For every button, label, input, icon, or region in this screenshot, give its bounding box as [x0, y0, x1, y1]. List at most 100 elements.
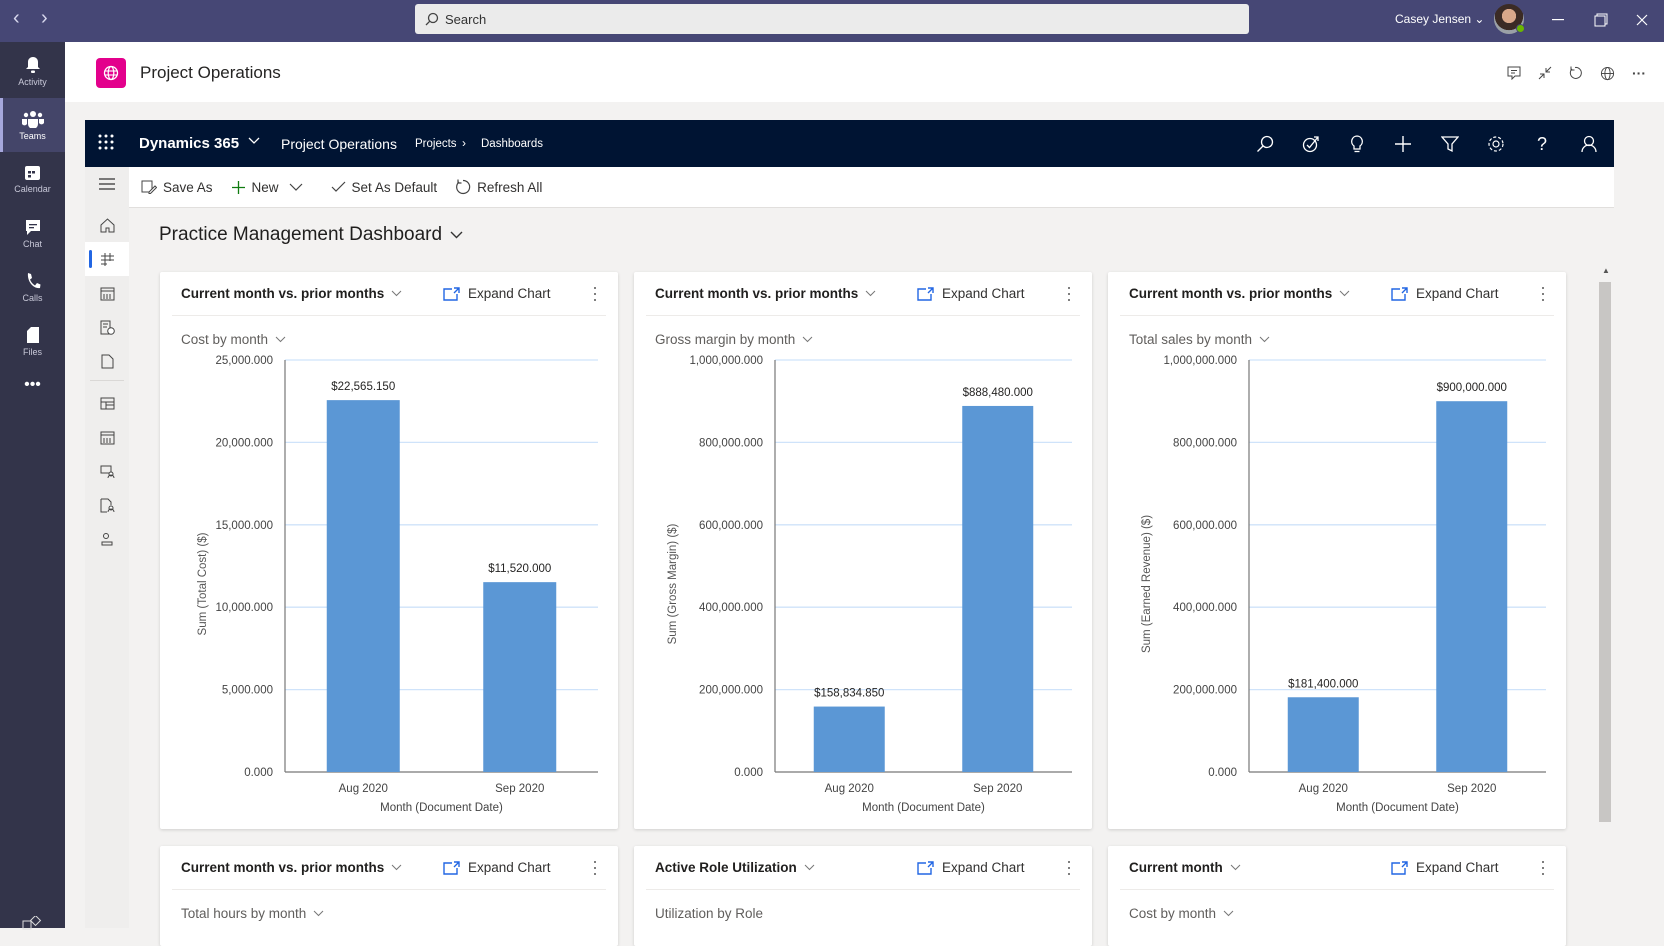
calendar-nav-icon[interactable] — [85, 276, 129, 310]
expand-chart-button[interactable]: Expand Chart — [1391, 860, 1499, 875]
chart-view-selector[interactable]: Utilization by Role — [655, 906, 763, 921]
product-name[interactable]: Dynamics 365 — [139, 135, 239, 152]
search-icon[interactable] — [1253, 132, 1277, 156]
bar — [1436, 401, 1508, 772]
home-icon[interactable] — [85, 208, 129, 242]
app-name[interactable]: Project Operations — [281, 136, 397, 152]
more-options-button[interactable] — [1062, 858, 1076, 878]
chart-card: Current month vs. prior months Expand Ch… — [160, 272, 618, 829]
app-launcher-icon[interactable] — [97, 133, 115, 156]
user-profile-icon[interactable] — [1577, 132, 1601, 156]
chart-card: Active Role Utilization Expand Chart Uti… — [634, 846, 1092, 946]
y-tick-label: 10,000.000 — [215, 602, 273, 614]
chart-view-selector[interactable]: Cost by month — [1129, 906, 1234, 921]
data-label: $888,480.000 — [963, 387, 1033, 399]
task-flow-icon[interactable] — [1299, 132, 1323, 156]
y-tick-label: 200,000.000 — [699, 685, 763, 697]
scroll-up-arrow-icon[interactable]: ▲ — [1602, 266, 1610, 275]
y-tick-label: 0.000 — [244, 767, 273, 779]
chart-view-name: Utilization by Role — [655, 906, 764, 921]
bar-chart: 0.000 200,000.000 400,000.000 600,000.000 80… — [667, 355, 1072, 814]
refresh-all-button[interactable]: Refresh All — [455, 179, 542, 195]
expand-chart-button[interactable]: Expand Chart — [443, 860, 551, 875]
expand-chart-button[interactable]: Expand Chart — [917, 860, 1025, 875]
restore-icon — [1594, 13, 1608, 27]
rail-item-activity[interactable]: Activity — [0, 44, 65, 98]
x-tick-label: Aug 2020 — [1299, 783, 1348, 795]
presence-badge — [1516, 24, 1525, 33]
chart-title-selector[interactable]: Current month vs. prior months — [181, 846, 402, 889]
gear-icon[interactable] — [1484, 132, 1508, 156]
chart-card: Current month vs. prior months Expand Ch… — [1108, 272, 1566, 829]
teams-icon — [21, 110, 44, 128]
chart-view-name: Total hours by month — [181, 906, 307, 921]
y-tick-label: 200,000.000 — [1173, 685, 1237, 697]
chart-title-selector[interactable]: Active Role Utilization — [655, 846, 815, 889]
y-tick-label: 5,000.000 — [222, 685, 273, 697]
chart-view-name: Cost by month — [1129, 906, 1217, 921]
time-entries-icon[interactable] — [85, 310, 129, 344]
y-tick-label: 600,000.000 — [1173, 520, 1237, 532]
document-icon[interactable] — [85, 344, 129, 378]
hamburger-menu-icon[interactable] — [85, 167, 129, 201]
resource-requests-icon[interactable] — [85, 454, 129, 488]
new-button[interactable]: New — [231, 180, 279, 195]
more-options-icon[interactable]: ··· — [1628, 62, 1650, 84]
website-icon[interactable] — [1596, 62, 1618, 84]
phone-icon — [27, 272, 40, 288]
close-icon — [1636, 14, 1648, 26]
breadcrumb-dashboards[interactable]: Dashboards — [481, 138, 543, 150]
schedule-board-icon[interactable] — [85, 386, 129, 420]
forward-arrow-icon[interactable]: › — [41, 8, 48, 28]
dashboards-icon[interactable] — [85, 242, 129, 276]
chart-title-selector[interactable]: Current month — [1129, 846, 1241, 889]
resources-icon[interactable] — [85, 522, 129, 556]
apps-icon[interactable] — [22, 914, 42, 935]
dashboard-selector[interactable]: Practice Management Dashboard — [159, 224, 463, 246]
restore-button[interactable] — [1589, 9, 1613, 31]
save-as-button[interactable]: Save As — [141, 180, 213, 195]
resource-assignments-icon[interactable] — [85, 488, 129, 522]
rail-item-teams[interactable]: Teams — [0, 98, 65, 152]
minimize-button[interactable] — [1546, 9, 1570, 31]
close-button[interactable] — [1630, 9, 1654, 31]
collapse-icon[interactable] — [1534, 62, 1556, 84]
chart-view-selector[interactable]: Total hours by month — [181, 906, 324, 921]
filter-icon[interactable] — [1438, 132, 1462, 156]
bar-chart: 0.000 200,000.000 400,000.000 600,000.000 80… — [1141, 355, 1546, 814]
chat-icon — [25, 219, 40, 235]
help-icon[interactable]: ? — [1530, 132, 1554, 156]
lightbulb-icon[interactable] — [1345, 132, 1369, 156]
chart-card: Current month Expand Chart Cost by month — [1108, 846, 1566, 946]
search-icon — [425, 12, 439, 26]
search-input[interactable]: Search — [415, 4, 1249, 34]
rail-item-chat[interactable]: Chat — [0, 206, 65, 260]
user-menu[interactable]: Casey Jensen ⌄ — [1395, 12, 1484, 26]
x-tick-label: Sep 2020 — [495, 783, 544, 795]
chevron-down-icon[interactable] — [248, 134, 260, 148]
rail-item-calendar[interactable]: Calendar — [0, 152, 65, 206]
set-as-default-button[interactable]: Set As Default — [331, 180, 437, 195]
chevron-down-icon — [289, 183, 302, 191]
more-options-button[interactable] — [1536, 858, 1550, 878]
breadcrumb-projects[interactable]: Projects — [415, 138, 457, 150]
rail-item-calls[interactable]: Calls — [0, 260, 65, 314]
scrollbar-thumb[interactable] — [1599, 282, 1611, 822]
d365-nav-bar: Dynamics 365 Project Operations Projects… — [85, 120, 1614, 167]
conversation-icon[interactable] — [1503, 62, 1525, 84]
expand-chart-icon — [917, 860, 934, 875]
refresh-icon[interactable] — [1565, 62, 1587, 84]
scrollbar[interactable]: ▲ — [1597, 262, 1614, 928]
y-tick-label: 0.000 — [734, 767, 763, 779]
new-dropdown-chevron[interactable] — [289, 183, 309, 192]
app-header: Project Operations ··· — [65, 42, 1664, 102]
more-options-button[interactable] — [588, 858, 602, 878]
resource-calendar-icon[interactable] — [85, 420, 129, 454]
bar — [326, 400, 400, 772]
add-icon[interactable] — [1391, 132, 1415, 156]
rail-item-more[interactable]: ••• — [0, 370, 65, 400]
chart-card-title: Active Role Utilization — [655, 860, 797, 875]
rail-item-files[interactable]: Files — [0, 314, 65, 368]
back-arrow-icon[interactable]: ‹ — [13, 8, 20, 28]
y-tick-label: 800,000.000 — [699, 437, 763, 449]
